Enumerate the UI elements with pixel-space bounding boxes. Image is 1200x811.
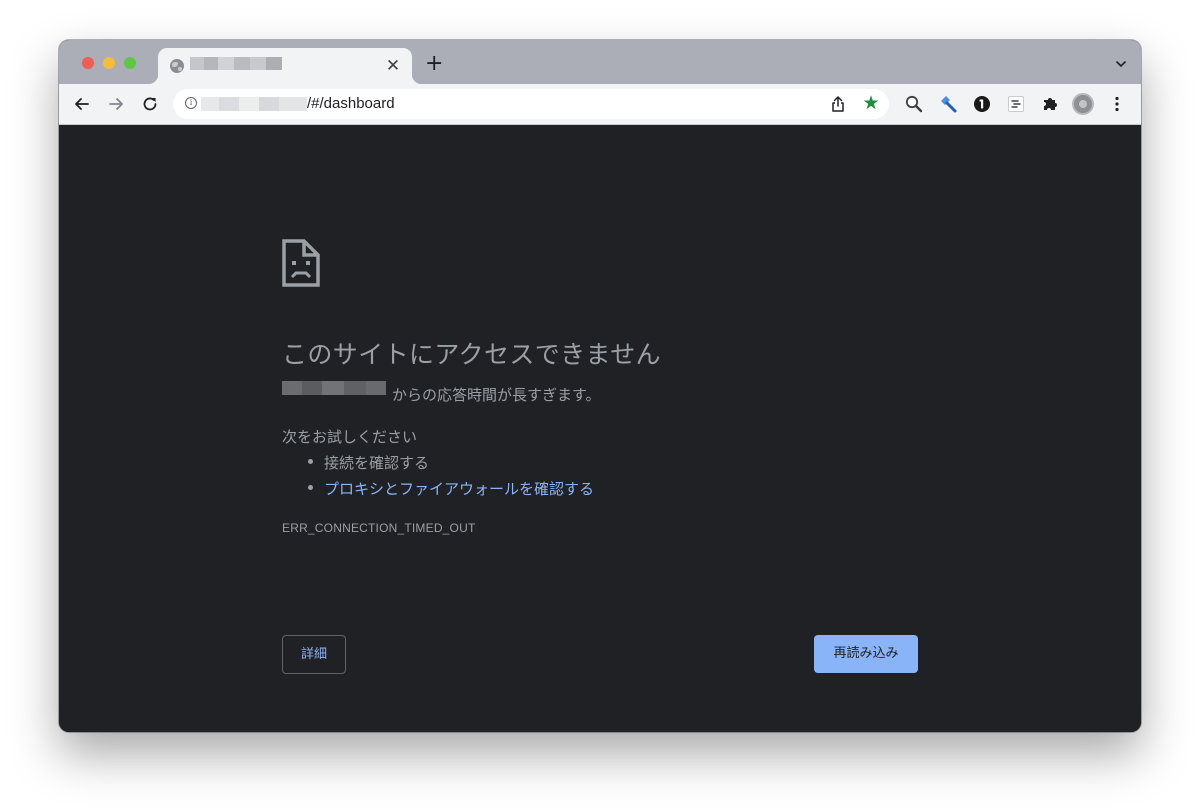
- bookmark-star-icon[interactable]: ★: [861, 92, 881, 114]
- tab-close-icon[interactable]: ✕: [384, 57, 402, 75]
- url-path: /#/dashboard: [307, 95, 395, 112]
- back-arrow-icon[interactable]: [73, 95, 91, 113]
- tab-title-redacted: [190, 57, 282, 70]
- browser-toolbar: i /#/dashboard ★: [59, 84, 1141, 125]
- window-close-button[interactable]: [82, 57, 94, 69]
- site-info-icon[interactable]: i: [185, 97, 197, 109]
- check-proxy-firewall-link[interactable]: プロキシとファイアウォールを確認する: [324, 478, 594, 499]
- details-button[interactable]: 詳細: [282, 635, 346, 674]
- search-extension-icon[interactable]: [904, 94, 924, 114]
- bullet-icon: [308, 459, 313, 464]
- tab-strip: ✕ +: [59, 40, 1141, 84]
- 1password-icon[interactable]: [972, 94, 992, 114]
- browser-window: ✕ + i /#/dashboard ★ このサイトにアクセスできません からの…: [59, 40, 1141, 732]
- reload-button[interactable]: 再読み込み: [814, 635, 918, 673]
- tab-search-chevron-icon[interactable]: [1115, 58, 1127, 70]
- new-tab-button[interactable]: +: [425, 53, 443, 75]
- url-host-redacted: [201, 97, 307, 111]
- puzzle-extensions-icon[interactable]: [1040, 94, 1060, 114]
- globe-favicon-icon: [170, 59, 184, 73]
- window-maximize-button[interactable]: [124, 57, 136, 69]
- forward-arrow-icon[interactable]: [107, 95, 125, 113]
- address-bar[interactable]: i /#/dashboard ★: [173, 89, 889, 119]
- browser-tab-active[interactable]: ✕: [148, 48, 422, 84]
- redacted-hostname: [282, 381, 386, 395]
- share-icon[interactable]: [830, 95, 846, 113]
- window-minimize-button[interactable]: [103, 57, 115, 69]
- suggestion-text: 接続を確認する: [324, 454, 430, 472]
- error-title: このサイトにアクセスできません: [282, 340, 662, 369]
- hammer-extension-icon[interactable]: [938, 94, 958, 114]
- sad-document-icon: [282, 239, 320, 287]
- kebab-menu-icon[interactable]: [1109, 95, 1125, 113]
- list-extension-icon[interactable]: [1006, 94, 1026, 114]
- bullet-icon: [308, 485, 313, 490]
- reload-icon[interactable]: [141, 95, 159, 113]
- error-description: からの応答時間が長すぎます。: [392, 386, 601, 404]
- profile-avatar[interactable]: [1072, 93, 1094, 115]
- suggestions-heading: 次をお試しください: [282, 428, 418, 446]
- error-code: ERR_CONNECTION_TIMED_OUT: [282, 521, 476, 535]
- error-page: このサイトにアクセスできません からの応答時間が長すぎます。 次をお試しください…: [59, 125, 1141, 732]
